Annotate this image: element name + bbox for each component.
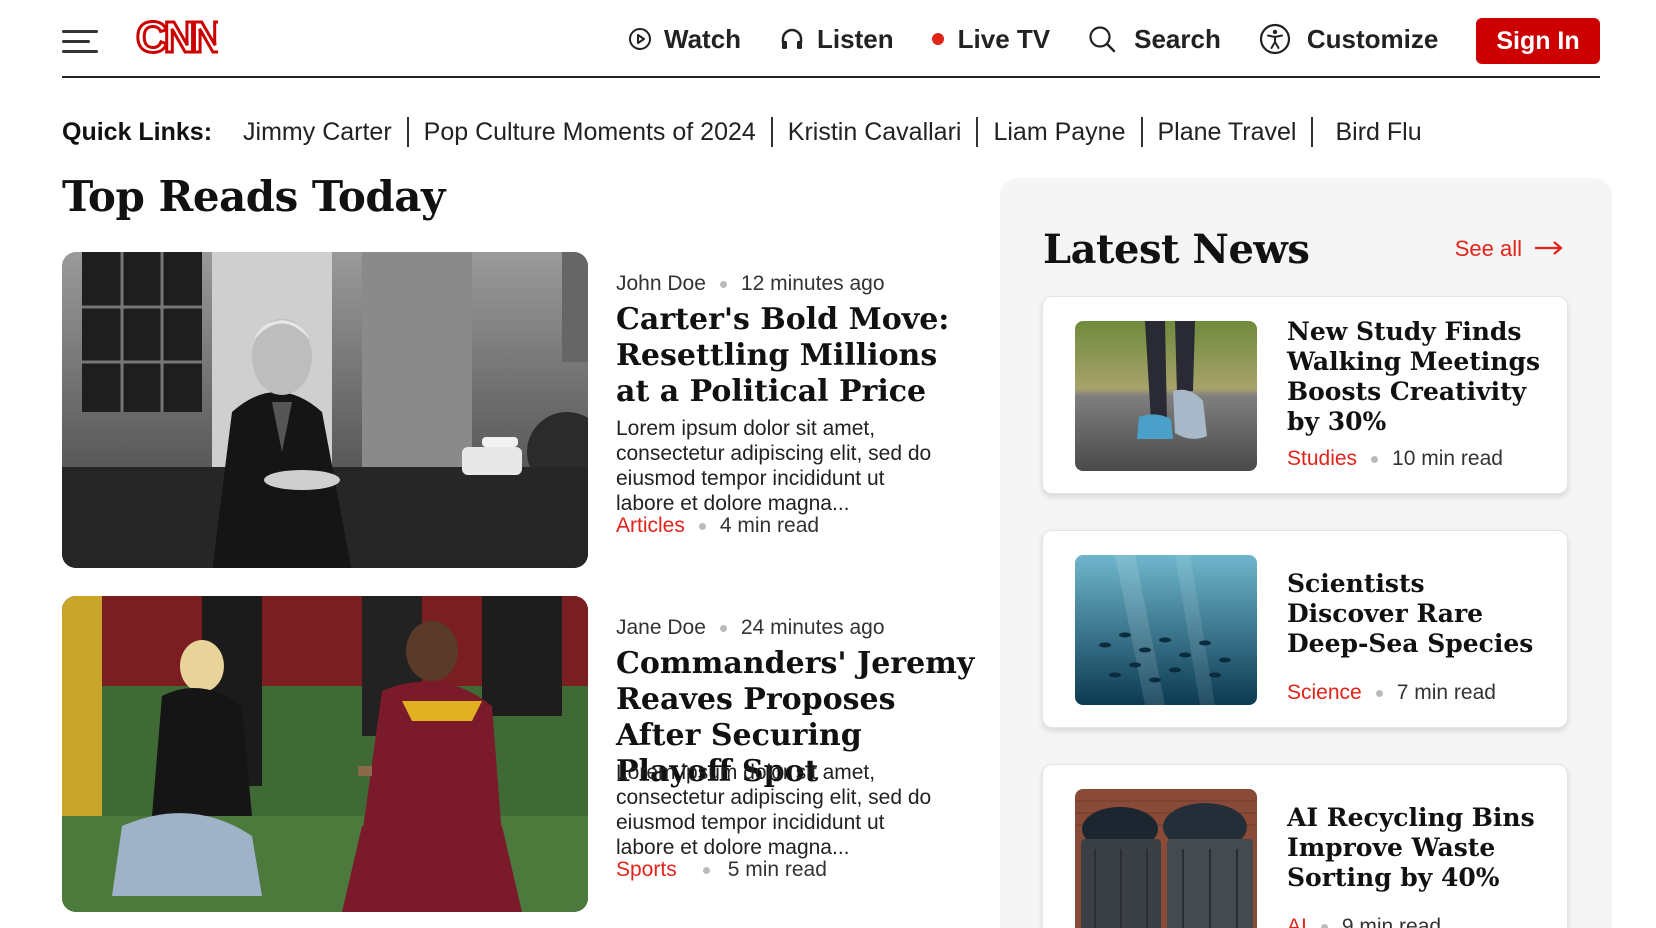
quick-link-item[interactable]: Liam Payne (978, 117, 1143, 147)
site-header: CNN Watch Listen Live TV Search Customiz… (62, 0, 1600, 78)
article-category[interactable]: Sports (616, 858, 677, 882)
quick-link-item[interactable]: Kristin Cavallari (773, 117, 979, 147)
nav-label: Live TV (957, 23, 1051, 54)
cnn-logo[interactable]: CNN (135, 12, 227, 64)
quick-link-item[interactable]: Jimmy Carter (228, 117, 409, 147)
separator-dot (1371, 455, 1379, 463)
quick-links-bar: Quick Links: Jimmy Carter Pop Culture Mo… (62, 114, 1437, 150)
nav-watch[interactable]: Watch (628, 24, 741, 55)
article-read-time: 4 min read (719, 514, 820, 537)
article-meta: Jane Doe 24 minutes ago (616, 616, 885, 640)
arrow-right-icon (1522, 236, 1564, 262)
main-nav: Watch Listen Live TV Search Customize (628, 0, 1476, 78)
svg-text:CNN: CNN (136, 14, 218, 60)
news-card[interactable]: AI Recycling Bins Improve Waste Sorting … (1042, 764, 1568, 928)
article-read-time: 5 min read (727, 858, 827, 881)
article-tags: Sports 5 min read (616, 858, 827, 882)
article-excerpt: Lorem ipsum dolor sit amet, consectetur … (616, 761, 932, 859)
top-reads-title: Top Reads Today (62, 172, 445, 221)
article-time: 24 minutes ago (740, 616, 885, 639)
nav-label: Watch (664, 23, 742, 54)
article-author: John Doe (616, 272, 706, 295)
separator-dot (1320, 923, 1328, 928)
see-all-link[interactable]: See all (1455, 236, 1564, 262)
article-excerpt: Lorem ipsum dolor sit amet, consectetur … (616, 417, 932, 515)
separator-dot (719, 624, 727, 632)
news-card[interactable]: New Study Finds Walking Meetings Boosts … (1042, 296, 1568, 494)
article-card: Jane Doe 24 minutes ago Commanders' Jere… (62, 596, 974, 912)
news-card-image (1075, 555, 1257, 705)
separator-dot (1375, 689, 1383, 697)
nav-search[interactable]: Search (1088, 24, 1221, 55)
news-card-image (1075, 321, 1257, 471)
news-card-headline: Scientists Discover Rare Deep-Sea Specie… (1287, 569, 1534, 658)
article-time: 12 minutes ago (740, 272, 885, 295)
news-card-category[interactable]: AI (1287, 915, 1307, 928)
headphones-icon (779, 26, 805, 52)
nav-customize[interactable]: Customize (1259, 23, 1438, 55)
quick-links-label: Quick Links: (62, 117, 213, 146)
news-card-headline: New Study Finds Walking Meetings Boosts … (1287, 317, 1541, 436)
quick-link-item[interactable]: Bird Flu (1313, 117, 1436, 147)
latest-news-title: Latest News (1043, 226, 1310, 273)
article-category[interactable]: Articles (616, 514, 685, 538)
sign-in-button[interactable]: Sign In (1476, 18, 1600, 64)
news-card-image (1075, 789, 1257, 928)
news-card-read-time: 9 min read (1341, 915, 1442, 928)
article-card: John Doe 12 minutes ago Carter's Bold Mo… (62, 252, 962, 568)
news-card-headline: AI Recycling Bins Improve Waste Sorting … (1287, 803, 1535, 892)
article-author: Jane Doe (616, 616, 706, 639)
news-card-category[interactable]: Studies (1287, 447, 1357, 471)
news-card[interactable]: Scientists Discover Rare Deep-Sea Specie… (1042, 530, 1568, 728)
latest-news-panel: Latest News See all New Study Finds Walk… (1000, 178, 1612, 928)
accessibility-icon (1259, 23, 1291, 55)
quick-link-item[interactable]: Pop Culture Moments of 2024 (409, 117, 773, 147)
news-card-read-time: 10 min read (1392, 447, 1503, 470)
news-card-tags: Studies 10 min read (1287, 447, 1503, 471)
article-headline[interactable]: Carter's Bold Move: Resettling Millions … (616, 302, 976, 410)
separator-dot (698, 522, 706, 530)
nav-live-tv[interactable]: Live TV (931, 23, 1051, 55)
nav-listen[interactable]: Listen (779, 24, 894, 55)
nav-label: Search (1134, 23, 1221, 54)
separator-dot (702, 866, 710, 874)
nav-label: Listen (817, 23, 894, 54)
article-tags: Articles 4 min read (616, 514, 819, 538)
news-card-read-time: 7 min read (1396, 681, 1496, 704)
see-all-label: See all (1454, 236, 1522, 261)
play-circle-icon (628, 27, 652, 51)
article-image[interactable] (62, 596, 588, 912)
search-icon (1088, 25, 1116, 53)
news-card-tags: Science 7 min read (1287, 681, 1496, 705)
separator-dot (719, 280, 727, 288)
article-image[interactable] (62, 252, 588, 568)
news-card-category[interactable]: Science (1287, 681, 1362, 705)
quick-link-item[interactable]: Plane Travel (1143, 117, 1314, 147)
nav-label: Customize (1306, 23, 1439, 54)
news-card-tags: AI 9 min read (1287, 915, 1441, 928)
menu-icon[interactable] (62, 28, 98, 54)
article-meta: John Doe 12 minutes ago (616, 272, 885, 296)
live-dot-icon (931, 33, 944, 45)
